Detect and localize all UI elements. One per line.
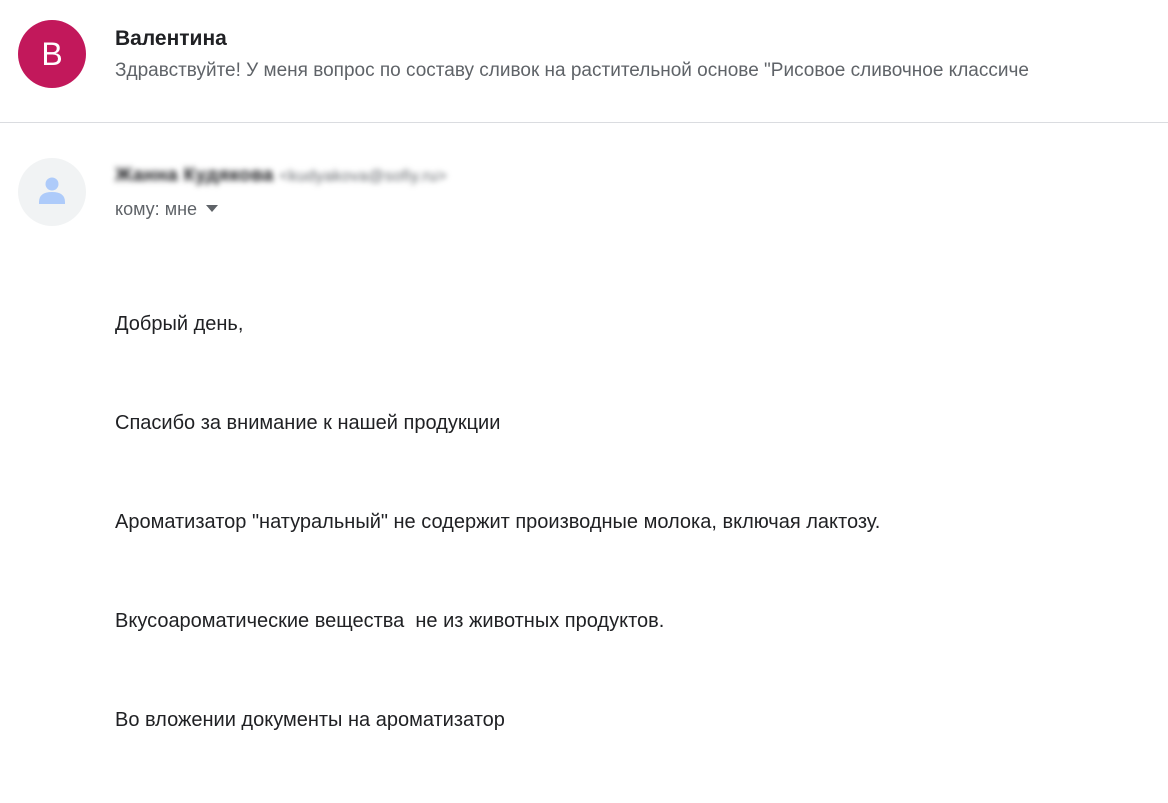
body-line: Вкусоароматические вещества не из животн… <box>115 610 665 632</box>
message-sender[interactable]: Жанна Кудякова <kudyakova@sofiy.ru> <box>115 165 447 187</box>
body-line: Добрый день, <box>115 313 244 335</box>
thread-message-collapsed[interactable]: В Валентина Здравствуйте! У меня вопрос … <box>0 0 1168 123</box>
thread-sender-name: Валентина <box>115 27 227 50</box>
body-line: Во вложении документы на ароматизатор <box>115 709 505 731</box>
message-body: Добрый день, Спасибо за внимание к нашей… <box>115 242 880 803</box>
recipient-details-toggle[interactable]: кому: мне <box>115 199 219 220</box>
thread-snippet: Здравствуйте! У меня вопрос по составу с… <box>115 60 1029 81</box>
person-icon <box>39 177 65 204</box>
recipient-label: кому: <box>115 199 160 219</box>
default-avatar <box>18 158 86 226</box>
recipient-value: мне <box>164 199 198 219</box>
message-sender-name: Жанна Кудякова <box>115 165 274 186</box>
body-line: Ароматизатор "натуральный" не содержит п… <box>115 511 881 533</box>
arrow-drop-down-icon[interactable] <box>206 205 219 212</box>
message-sender-email: <kudyakova@sofiy.ru> <box>279 168 448 185</box>
message-expanded: Жанна Кудякова <kudyakova@sofiy.ru> кому… <box>0 123 1168 731</box>
sender-avatar: В <box>18 20 86 88</box>
body-line: Спасибо за внимание к нашей продукции <box>115 412 501 434</box>
